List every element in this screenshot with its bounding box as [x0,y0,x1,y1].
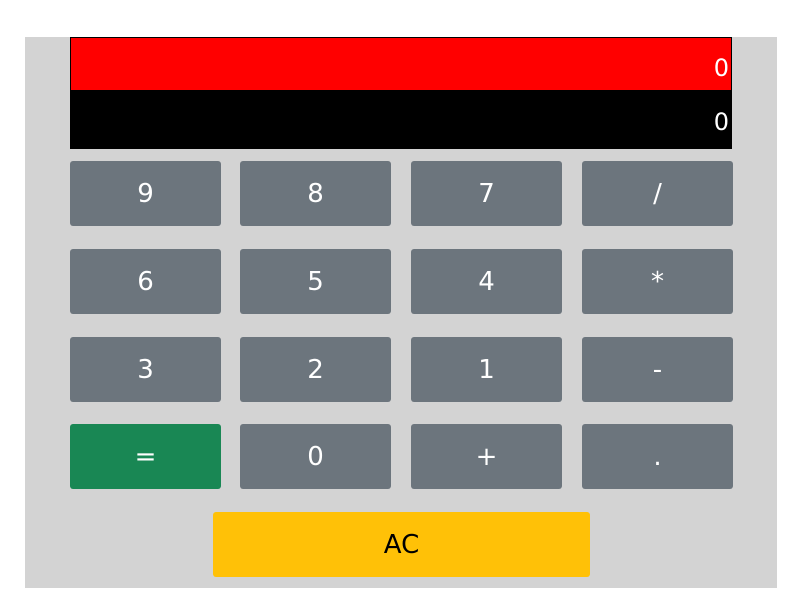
multiply-button[interactable]: * [582,249,733,314]
key-7[interactable]: 7 [411,161,562,226]
all-clear-button[interactable]: AC [213,512,590,577]
key-6[interactable]: 6 [70,249,221,314]
subtract-button[interactable]: - [582,337,733,402]
calculator-display: 0 0 [70,37,732,149]
add-button[interactable]: + [411,424,562,489]
key-0[interactable]: 0 [240,424,391,489]
previous-operand-display: 0 [71,38,731,90]
calculator-panel: 0 0 9 8 7 / 6 5 4 * 3 2 1 - = 0 + . AC [25,37,777,588]
key-1[interactable]: 1 [411,337,562,402]
key-5[interactable]: 5 [240,249,391,314]
key-2[interactable]: 2 [240,337,391,402]
key-3[interactable]: 3 [70,337,221,402]
current-operand-display: 0 [71,90,731,148]
decimal-button[interactable]: . [582,424,733,489]
key-9[interactable]: 9 [70,161,221,226]
key-8[interactable]: 8 [240,161,391,226]
equals-button[interactable]: = [70,424,221,489]
key-4[interactable]: 4 [411,249,562,314]
divide-button[interactable]: / [582,161,733,226]
